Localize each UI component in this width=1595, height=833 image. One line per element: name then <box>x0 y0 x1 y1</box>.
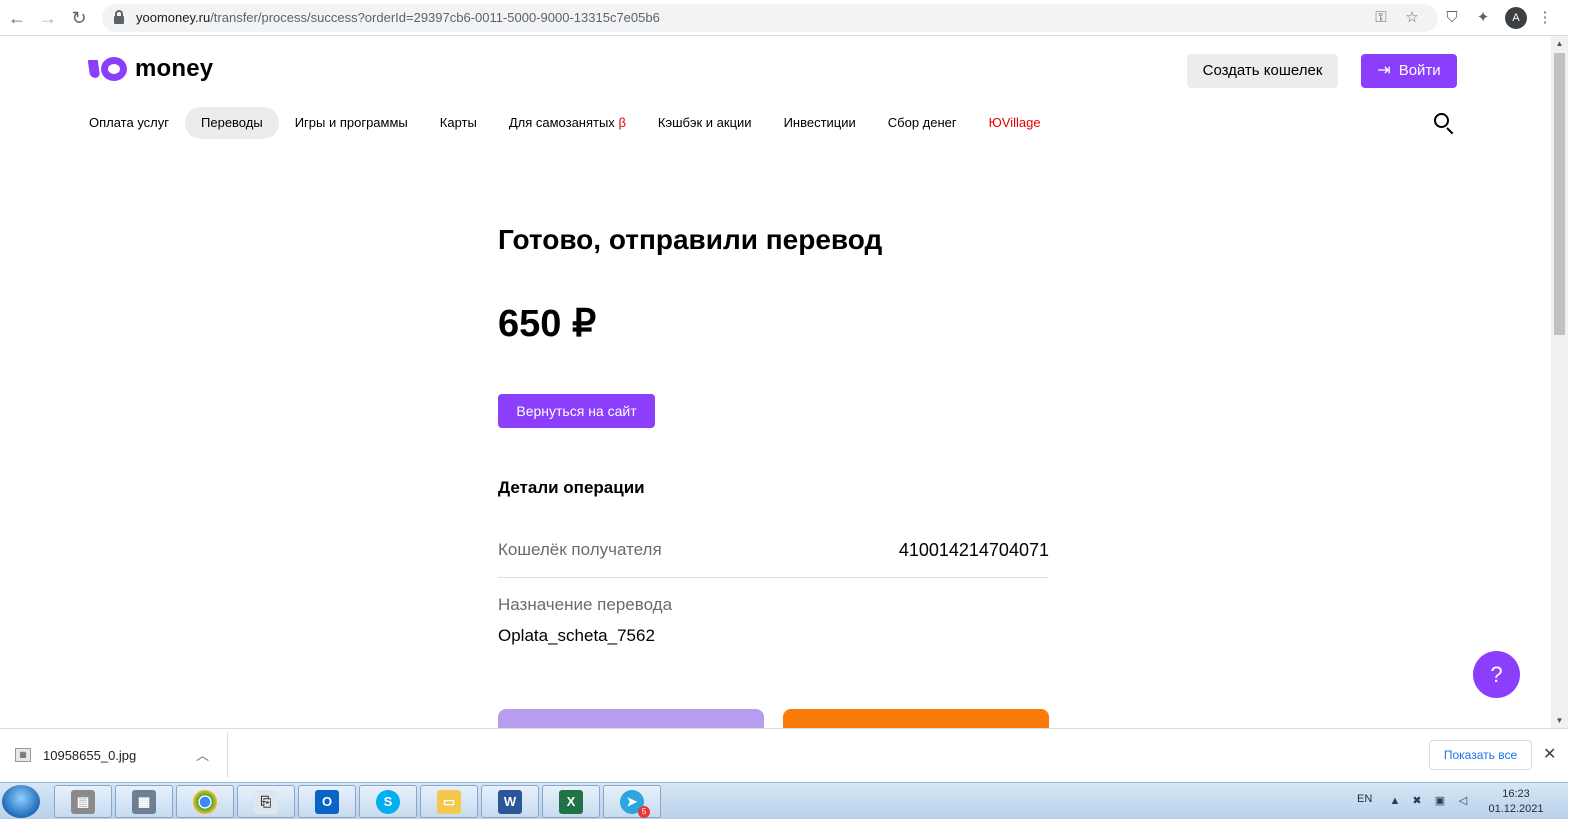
taskbar-app-outlook[interactable]: O <box>298 785 356 818</box>
profile-avatar[interactable]: A <box>1505 7 1527 29</box>
scroll-thumb[interactable] <box>1554 53 1565 335</box>
transfer-amount: 650 ₽ <box>498 303 597 345</box>
forward-arrow-icon[interactable]: → <box>37 7 59 29</box>
taskbar-app-calculator[interactable]: ▦ <box>115 785 173 818</box>
promo-card-orange[interactable] <box>783 709 1049 728</box>
recipient-wallet-value: 4100142147040­71 <box>898 540 1049 560</box>
reload-icon[interactable]: ↻ <box>68 7 90 29</box>
folder-icon: ▭ <box>437 789 461 814</box>
login-arrow-icon: ⇥ <box>1377 62 1391 79</box>
lock-icon <box>114 10 124 24</box>
browser-toolbar: ← → ↻ yoomoney.ru/transfer/process/succe… <box>0 0 1595 36</box>
url-host: yoomoney.ru <box>136 10 211 25</box>
beta-badge: β <box>618 115 626 130</box>
clock-time: 16:23 <box>1502 788 1530 800</box>
volume-icon[interactable]: ◁ <box>1456 794 1470 808</box>
address-bar[interactable]: yoomoney.ru/transfer/process/success?ord… <box>102 4 1438 32</box>
help-button[interactable]: ? <box>1473 651 1520 698</box>
yoomoney-logo-icon <box>87 57 127 81</box>
screen-right-margin <box>1568 0 1595 833</box>
url-text: yoomoney.ru/transfer/process/success?ord… <box>136 10 660 25</box>
scroll-up-icon[interactable]: ▲ <box>1551 36 1568 51</box>
divider <box>227 733 228 777</box>
return-to-site-button[interactable]: Вернуться на сайт <box>498 394 655 428</box>
tray-app-icon[interactable]: ▣ <box>1433 794 1447 808</box>
shield-extension-icon[interactable]: ⛉ <box>1442 8 1462 28</box>
chevron-up-icon[interactable]: ︿ <box>196 745 209 764</box>
nav-item-self-employed-label: Для самозанятых <box>508 115 615 130</box>
windows-taskbar: ▤ ▦ ⎘ O S ▭ W X ➤ 5 EN ▲ ✖ ▣ ◁ 16:23 01.… <box>0 782 1568 819</box>
taskbar-app-word[interactable]: W <box>481 785 539 818</box>
start-button[interactable] <box>2 785 40 818</box>
taskbar-app-explorer[interactable]: ▭ <box>420 785 478 818</box>
show-all-downloads-button[interactable]: Показать все <box>1429 740 1532 770</box>
taskbar-app-telegram[interactable]: ➤ 5 <box>603 785 661 818</box>
excel-icon: X <box>559 789 583 814</box>
taskbar-app-document[interactable]: ⎘ <box>237 785 295 818</box>
menu-kebab-icon[interactable]: ⋮ <box>1535 8 1555 28</box>
nav-item-fundraising[interactable]: Сбор денег <box>872 107 973 139</box>
word-icon: W <box>498 789 522 814</box>
recipient-wallet-label: Кошелёк получателя <box>498 540 662 559</box>
scroll-down-icon[interactable]: ▼ <box>1551 713 1568 728</box>
purpose-value: Oplata_scheta_7562 <box>498 626 655 645</box>
nav-item-games[interactable]: Игры и программы <box>279 107 424 139</box>
login-button-label: Войти <box>1398 62 1441 79</box>
close-icon[interactable]: ✕ <box>1543 744 1556 764</box>
promo-card-purple[interactable] <box>498 709 764 728</box>
back-arrow-icon[interactable]: ← <box>6 7 28 29</box>
downloads-bar: ▦ 10958655_0.jpg ︿ Показать все ✕ <box>0 728 1568 782</box>
purpose-label: Назначение перевода <box>498 595 673 614</box>
calculator-icon: ▦ <box>132 789 156 814</box>
document-shortcut-icon: ⎘ <box>254 789 278 814</box>
recipient-wallet-row: Кошелёк получателя 4100142147040­71 <box>498 538 1049 578</box>
details-heading: Детали операции <box>498 478 645 497</box>
nav-item-yuvillage[interactable]: ЮVillage <box>973 107 1057 139</box>
screen-bottom-margin <box>0 819 1595 833</box>
language-indicator[interactable]: EN <box>1357 793 1372 805</box>
network-error-icon[interactable]: ✖ <box>1410 794 1424 808</box>
search-icon[interactable] <box>1433 112 1455 135</box>
printer-icon: ▤ <box>71 789 95 814</box>
taskbar-app-chrome[interactable] <box>176 785 234 818</box>
image-file-icon: ▦ <box>15 748 31 762</box>
taskbar-app-excel[interactable]: X <box>542 785 600 818</box>
login-button[interactable]: ⇥ Войти <box>1361 54 1457 88</box>
taskbar-app-printer[interactable]: ▤ <box>54 785 112 818</box>
tray-arrow-icon[interactable]: ▲ <box>1388 794 1402 808</box>
yoomoney-logo[interactable]: money <box>87 55 214 82</box>
telegram-unread-badge: 5 <box>638 805 650 818</box>
puzzle-extensions-icon[interactable]: ✦ <box>1473 8 1493 28</box>
clock-date: 01.12.2021 <box>1488 803 1544 815</box>
bookmark-star-icon[interactable]: ☆ <box>1403 9 1421 27</box>
outlook-icon: O <box>315 789 339 814</box>
create-wallet-button[interactable]: Создать кошелек <box>1187 54 1338 88</box>
nav-item-cards[interactable]: Карты <box>424 107 493 139</box>
page-title: Готово, отправили перевод <box>498 224 883 255</box>
skype-icon: S <box>376 789 400 814</box>
key-icon[interactable]: ⚿ <box>1372 9 1390 27</box>
download-file-name[interactable]: 10958655_0.jpg <box>43 748 136 763</box>
page-scrollbar[interactable]: ▲ ▼ <box>1551 36 1568 728</box>
nav-item-self-employed[interactable]: Для самозанятых β <box>493 107 642 139</box>
taskbar-app-skype[interactable]: S <box>359 785 417 818</box>
telegram-icon: ➤ 5 <box>620 789 650 818</box>
url-path: /transfer/process/success?orderId=29397c… <box>210 10 660 25</box>
nav-item-cashback[interactable]: Кэшбэк и акции <box>642 107 768 139</box>
nav-item-services[interactable]: Оплата услуг <box>89 107 185 139</box>
chrome-icon <box>193 789 217 814</box>
taskbar-clock[interactable]: 16:23 01.12.2021 <box>1480 787 1552 817</box>
main-navigation: Оплата услуг Переводы Игры и программы К… <box>89 107 1057 139</box>
logo-text: money <box>135 55 214 82</box>
nav-item-transfers[interactable]: Переводы <box>185 107 279 139</box>
nav-item-investments[interactable]: Инвестиции <box>768 107 872 139</box>
